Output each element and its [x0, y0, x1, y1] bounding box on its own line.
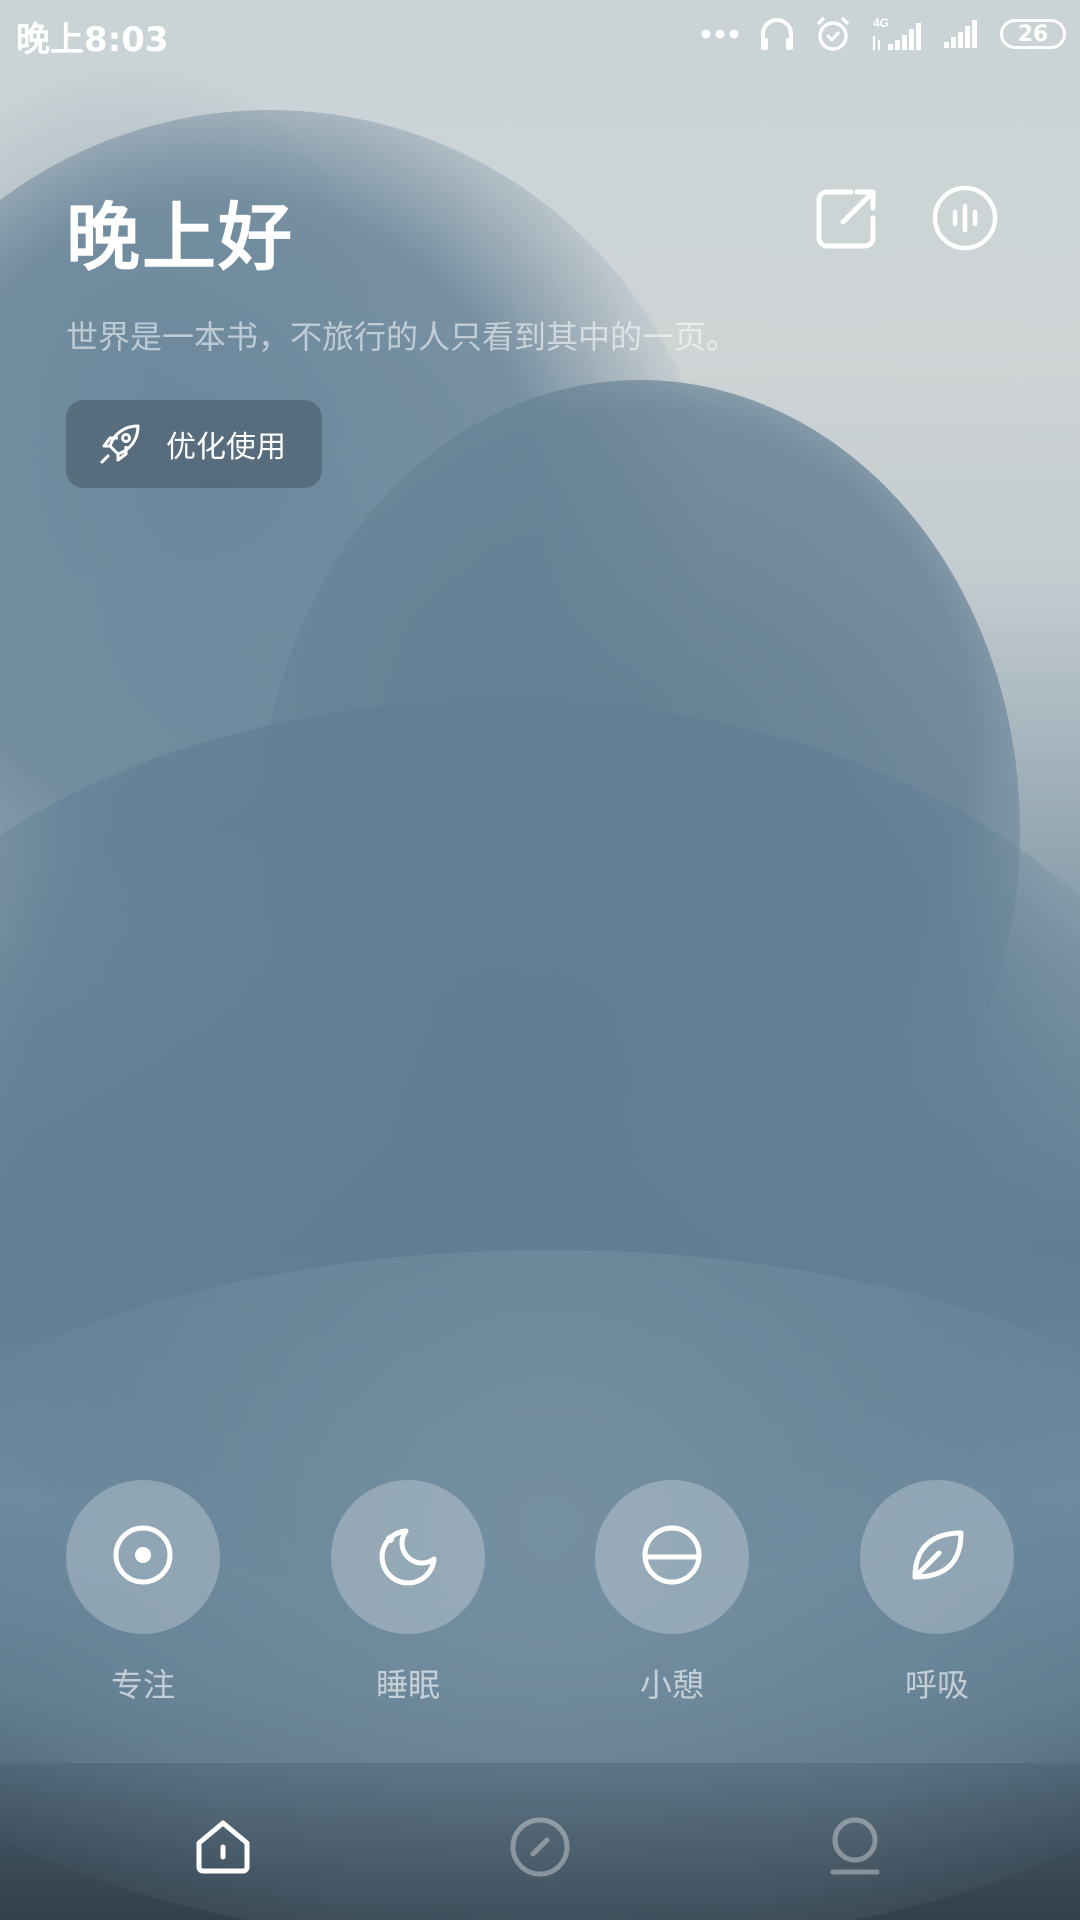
network-type-text: 4G — [873, 16, 889, 30]
feature-circle[interactable] — [331, 1480, 485, 1634]
alarm-icon — [814, 15, 852, 53]
profile-icon — [827, 1816, 883, 1882]
feature-nap[interactable]: 小憩 — [594, 1480, 750, 1706]
cloud-background — [260, 380, 1020, 1280]
share-button[interactable] — [811, 184, 883, 256]
leaf-icon — [905, 1523, 969, 1591]
feature-circle[interactable] — [595, 1480, 749, 1634]
moon-icon — [376, 1523, 440, 1591]
nav-discover[interactable] — [505, 1814, 575, 1884]
rocket-icon — [98, 422, 142, 466]
optimize-usage-button[interactable]: 优化使用 — [66, 400, 322, 488]
status-icons: 4G 26 — [700, 10, 1066, 58]
feature-circle[interactable] — [66, 1480, 220, 1634]
compass-icon — [509, 1816, 571, 1882]
bottom-nav — [0, 1763, 1080, 1920]
signal-4g-icon: 4G — [870, 16, 924, 52]
feature-label: 专注 — [110, 1666, 175, 1704]
more-dots-icon — [700, 28, 740, 40]
cloud-background — [0, 700, 1080, 1600]
headphone-icon — [758, 16, 796, 52]
screen: 晚上8:03 4G 26 晚上好 世界是一本书，不旅行的人只看到其中的一页。 优… — [0, 0, 1080, 1920]
signal-icon — [942, 18, 982, 50]
feature-sleep[interactable]: 睡眠 — [330, 1480, 486, 1706]
optimize-usage-label: 优化使用 — [166, 430, 286, 465]
home-icon — [193, 1817, 253, 1881]
battery-level: 26 — [1017, 21, 1049, 47]
focus-icon — [111, 1523, 175, 1591]
feature-breath[interactable]: 呼吸 — [859, 1480, 1015, 1706]
nap-icon — [640, 1523, 704, 1591]
nav-home[interactable] — [188, 1814, 258, 1884]
status-bar: 晚上8:03 4G 26 — [0, 0, 1080, 68]
sound-button[interactable] — [929, 184, 1001, 256]
daily-quote: 世界是一本书，不旅行的人只看到其中的一页。 — [66, 318, 739, 356]
feature-label: 小憩 — [639, 1666, 704, 1704]
feature-label: 睡眠 — [375, 1666, 440, 1704]
battery-icon: 26 — [1000, 19, 1066, 49]
feature-label: 呼吸 — [904, 1666, 969, 1704]
greeting-title: 晚上好 — [66, 195, 294, 281]
status-time: 晚上8:03 — [16, 20, 169, 60]
sound-icon — [931, 184, 999, 256]
share-icon — [815, 186, 879, 254]
feature-focus[interactable]: 专注 — [65, 1480, 221, 1706]
feature-circle[interactable] — [860, 1480, 1014, 1634]
nav-profile[interactable] — [820, 1814, 890, 1884]
